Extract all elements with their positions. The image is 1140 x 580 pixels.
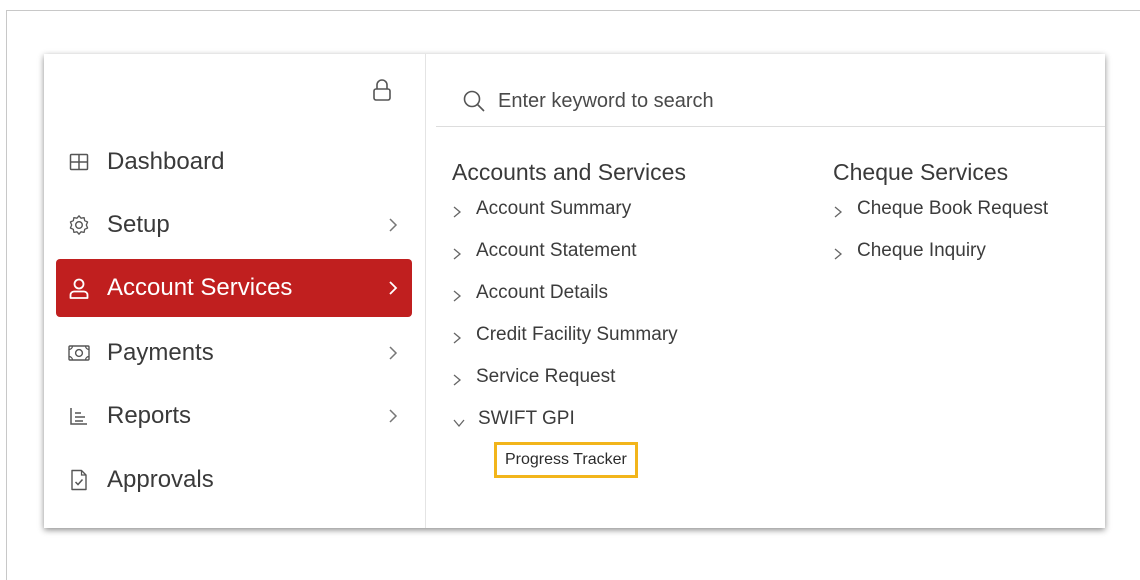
sidebar-item-reports[interactable]: Reports	[56, 387, 412, 445]
accounts-services-column: Accounts and Services Account Summary Ac…	[452, 158, 686, 478]
link-cheque-inquiry[interactable]: Cheque Inquiry	[833, 236, 1048, 266]
sidebar-item-approvals[interactable]: Approvals	[56, 451, 412, 509]
chevron-right-icon	[453, 248, 462, 260]
gear-icon	[68, 214, 90, 236]
link-account-summary[interactable]: Account Summary	[452, 194, 686, 224]
column-heading: Cheque Services	[833, 159, 1009, 185]
chevron-down-icon	[453, 419, 465, 428]
link-label: Cheque Book Request	[857, 198, 1049, 219]
report-icon	[68, 405, 90, 427]
link-label: Account Statement	[476, 240, 637, 261]
sidebar-item-setup[interactable]: Setup	[56, 196, 412, 254]
column-heading: Accounts and Services	[452, 159, 686, 185]
chevron-right-icon	[453, 374, 462, 386]
link-service-request[interactable]: Service Request	[452, 362, 686, 392]
sidebar-item-label: Reports	[107, 402, 192, 429]
sidebar-item-label: Setup	[107, 211, 170, 238]
sublink-progress-tracker[interactable]: Progress Tracker	[494, 442, 638, 478]
sidebar-item-label: Payments	[107, 339, 214, 366]
sidebar: Dashboard Setup Account Services Payment…	[44, 54, 426, 528]
link-label: Credit Facility Summary	[476, 324, 678, 345]
chevron-right-icon	[389, 409, 398, 423]
link-credit-facility-summary[interactable]: Credit Facility Summary	[452, 320, 686, 350]
link-label: Service Request	[476, 366, 616, 387]
approval-document-icon	[68, 469, 90, 491]
chevron-right-icon	[389, 346, 398, 360]
chevron-right-icon	[389, 218, 398, 232]
sidebar-item-label: Approvals	[107, 466, 214, 493]
mega-menu: Dashboard Setup Account Services Payment…	[44, 54, 1105, 528]
sidebar-item-label: Account Services	[107, 274, 293, 301]
search-input[interactable]	[498, 89, 998, 113]
search-icon[interactable]	[462, 89, 486, 113]
sidebar-item-label: Dashboard	[107, 148, 225, 175]
sidebar-item-dashboard[interactable]: Dashboard	[56, 133, 412, 191]
search-bar	[436, 76, 1105, 127]
sidebar-item-account-services[interactable]: Account Services	[56, 259, 412, 317]
link-label: Account Summary	[476, 198, 632, 219]
cheque-services-column: Cheque Services Cheque Book Request Cheq…	[833, 158, 1048, 278]
chevron-right-icon	[834, 206, 843, 218]
link-label: Cheque Inquiry	[857, 240, 986, 261]
link-label: Account Details	[476, 282, 609, 303]
submenu-panel: Accounts and Services Account Summary Ac…	[426, 54, 1105, 528]
link-label: SWIFT GPI	[478, 408, 575, 429]
money-icon	[68, 342, 90, 364]
grid-icon	[68, 151, 90, 173]
sidebar-item-payments[interactable]: Payments	[56, 324, 412, 382]
chevron-right-icon	[389, 281, 398, 295]
chevron-right-icon	[834, 248, 843, 260]
link-account-details[interactable]: Account Details	[452, 278, 686, 308]
chevron-right-icon	[453, 332, 462, 344]
chevron-right-icon	[453, 290, 462, 302]
chevron-right-icon	[453, 206, 462, 218]
lock-icon[interactable]	[372, 78, 392, 102]
user-icon	[68, 277, 90, 299]
link-swift-gpi[interactable]: SWIFT GPI	[452, 404, 686, 434]
link-account-statement[interactable]: Account Statement	[452, 236, 686, 266]
link-cheque-book-request[interactable]: Cheque Book Request	[833, 194, 1048, 224]
